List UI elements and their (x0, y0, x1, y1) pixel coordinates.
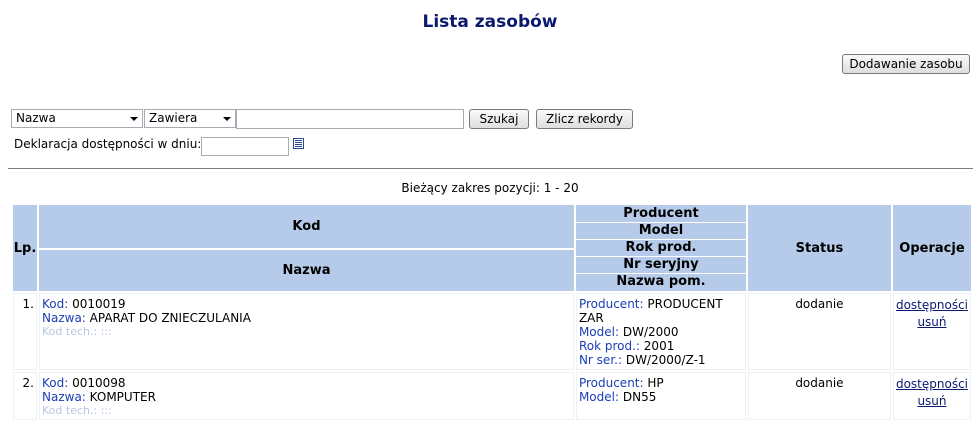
rok-label: Rok prod.: (578, 339, 640, 353)
kodtech-value: ::: (100, 325, 112, 338)
kod-value: 0010098 (72, 376, 126, 390)
producent-value: HP (647, 376, 664, 390)
rok-value: 2001 (643, 339, 675, 353)
header-nazwa: Nazwa (39, 250, 574, 291)
range-info: Bieżący zakres pozycji: 1 - 20 (401, 181, 579, 195)
availability-link[interactable]: dostępności (896, 376, 968, 393)
nazwa-value: APARAT DO ZNIECZULANIA (89, 311, 251, 325)
count-records-button[interactable]: Zlicz rekordy (536, 109, 633, 129)
delete-link[interactable]: usuń (896, 314, 968, 331)
header-rok: Rok prod. (575, 240, 746, 257)
chevron-down-icon (130, 117, 138, 121)
mode-select-value: Zawiera (149, 111, 198, 125)
model-value: DW/2000 (622, 325, 679, 339)
header-nr: Nr seryjny (575, 257, 746, 274)
header-lp: Lp. (13, 205, 37, 291)
header-producent: Producent (575, 206, 746, 223)
mode-select[interactable]: Zawiera (144, 109, 236, 128)
header-kod: Kod (39, 205, 574, 248)
availability-link[interactable]: dostępności (896, 297, 968, 314)
search-button[interactable]: Szukaj (469, 109, 529, 129)
search-input[interactable] (236, 109, 464, 129)
header-producent-group: Producent Model Rok prod. Nr seryjny Naz… (575, 205, 746, 291)
chevron-down-icon (223, 117, 231, 121)
nazwa-label: Nazwa: (42, 311, 86, 325)
field-select-value: Nazwa (16, 111, 56, 125)
producent-label: Producent: (578, 297, 644, 311)
nr-label: Nr ser.: (578, 353, 623, 367)
calendar-icon[interactable] (293, 138, 304, 149)
kodtech-value: ::: (100, 404, 112, 417)
row-lp: 2. (13, 372, 37, 420)
add-resource-button[interactable]: Dodawanie zasobu (842, 54, 970, 74)
row-lp: 1. (13, 293, 37, 370)
delete-link[interactable]: usuń (896, 393, 968, 410)
kod-label: Kod: (42, 297, 69, 311)
model-label: Model: (578, 325, 620, 339)
availability-date-label: Deklaracja dostępności w dniu: (14, 137, 202, 151)
producent-label: Producent: (578, 376, 644, 390)
table-row: 2. Kod: 0010098 Nazwa: KOMPUTER Kod tech… (13, 372, 971, 420)
kodtech-label: Kod tech.: (42, 325, 98, 338)
row-producent-cell: Producent: HP Model: DN55 (575, 372, 746, 420)
kod-value: 0010019 (72, 297, 126, 311)
row-status: dodanie (747, 372, 891, 420)
resources-table: Lp. Kod Producent Model Rok prod. Nr ser… (11, 203, 973, 422)
row-operations: dostępności usuń (892, 293, 971, 370)
divider (8, 168, 973, 169)
row-kod-cell: Kod: 0010098 Nazwa: KOMPUTER Kod tech.: … (39, 372, 574, 420)
row-status: dodanie (747, 293, 891, 370)
nazwa-label: Nazwa: (42, 390, 86, 404)
kodtech-label: Kod tech.: (42, 404, 98, 417)
header-status: Status (747, 205, 891, 291)
availability-date-input[interactable] (201, 137, 289, 156)
model-label: Model: (578, 390, 620, 404)
table-row: 1. Kod: 0010019 Nazwa: APARAT DO ZNIECZU… (13, 293, 971, 370)
row-kod-cell: Kod: 0010019 Nazwa: APARAT DO ZNIECZULAN… (39, 293, 574, 370)
header-operacje: Operacje (892, 205, 971, 291)
field-select[interactable]: Nazwa (11, 109, 143, 128)
model-value: DN55 (622, 390, 657, 404)
nr-value: DW/2000/Z-1 (625, 353, 706, 367)
row-producent-cell: Producent: PRODUCENT ZAR Model: DW/2000 … (575, 293, 746, 370)
row-operations: dostępności usuń (892, 372, 971, 420)
nazwa-value: KOMPUTER (89, 390, 156, 404)
kod-label: Kod: (42, 376, 69, 390)
page-title: Lista zasobów (422, 12, 558, 32)
header-model: Model (575, 223, 746, 240)
header-nazwa-pom: Nazwa pom. (616, 274, 706, 289)
